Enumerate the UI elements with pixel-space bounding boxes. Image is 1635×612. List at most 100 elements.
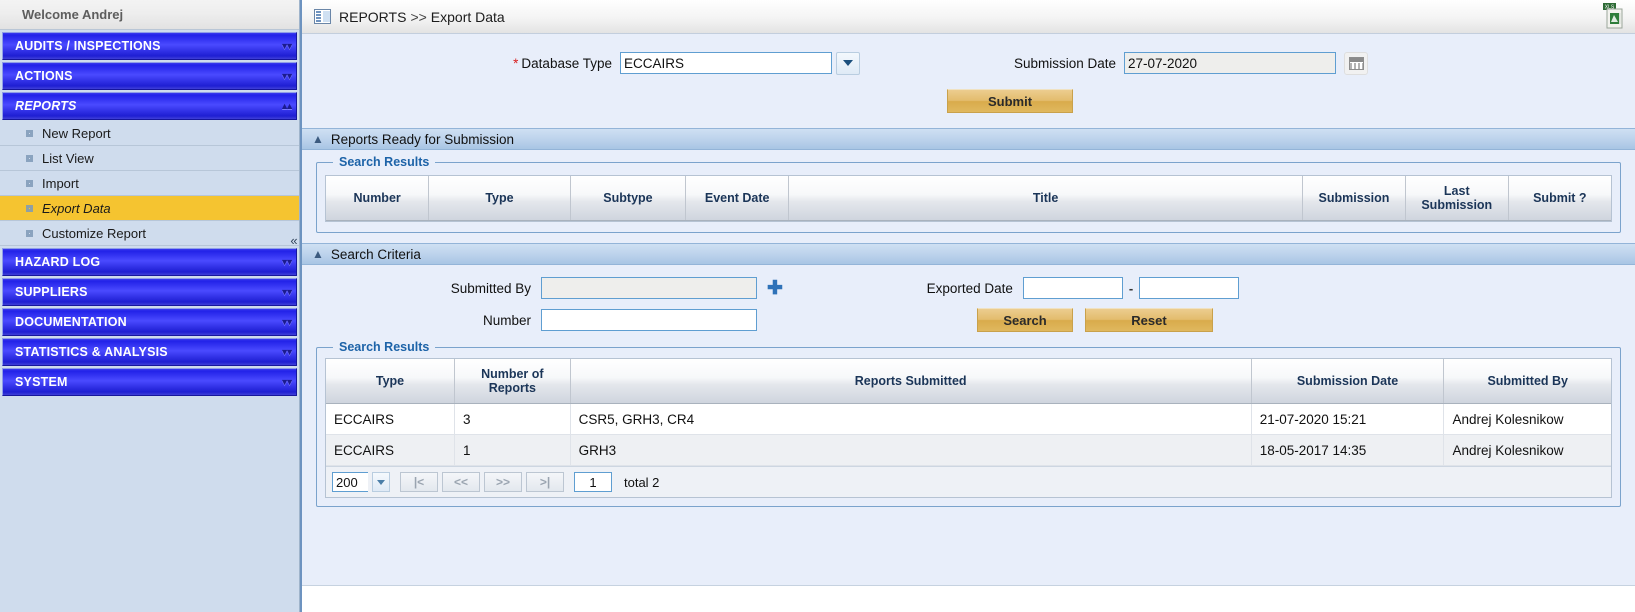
chevron-double-down-icon: ▼▼ [280, 346, 294, 357]
sidebar-group-header-hazard-log[interactable]: HAZARD LOG ▼▼ [2, 248, 297, 276]
section-title-criteria: Search Criteria [330, 246, 421, 262]
sidebar-item-customize-report[interactable]: Customize Report [0, 221, 299, 246]
sidebar-menu: AUDITS / INSPECTIONS ▼▼ ACTIONS ▼▼ REPORTS ▲▲… [0, 32, 299, 396]
ready-column-header[interactable]: Title [788, 176, 1304, 221]
database-type-dropdown-button[interactable] [836, 51, 860, 75]
results-cell-count: 1 [454, 434, 571, 466]
number-input[interactable] [541, 309, 757, 331]
sidebar-group-label: STATISTICS & ANALYSIS [15, 345, 168, 359]
sidebar-group-label: ACTIONS [15, 69, 73, 83]
reset-button[interactable]: Reset [1085, 308, 1213, 332]
ready-table-header-row: Number Type Subtype Event Date Title Submissi… [326, 176, 1611, 221]
section-header-ready-for-submission[interactable]: ▲ Reports Ready for Submission [302, 128, 1635, 150]
sidebar-group-header-suppliers[interactable]: SUPPLIERS ▼▼ [2, 278, 297, 306]
results-column-header[interactable]: Type [326, 359, 455, 404]
ready-for-submission-table: Number Type Subtype Event Date Title Submissi… [326, 176, 1611, 221]
sidebar-group-header-actions[interactable]: ACTIONS ▼▼ [2, 62, 297, 90]
ready-column-header[interactable]: Subtype [570, 176, 687, 221]
sidebar-item-label: Customize Report [42, 225, 147, 241]
sidebar-group-actions: ACTIONS ▼▼ [0, 62, 299, 90]
results-column-header[interactable]: Number of Reports [454, 359, 571, 404]
sidebar-group-header-system[interactable]: SYSTEM ▼▼ [2, 368, 297, 396]
database-type-label: * Database Type [513, 55, 612, 71]
sidebar-submenu: New Report List View Import Export Data Cust… [0, 121, 299, 246]
page-number-input[interactable] [574, 472, 612, 492]
form-row-primary: *Database Type Submission Date [302, 48, 1635, 78]
submission-date-input[interactable] [1124, 52, 1336, 74]
prev-page-button[interactable]: << [442, 472, 480, 492]
last-page-button[interactable]: >| [526, 472, 564, 492]
bullet-icon [26, 229, 33, 237]
submitted-by-input[interactable] [541, 277, 757, 299]
ready-column-header[interactable]: Last Submission [1405, 176, 1509, 221]
exported-date-to-input[interactable] [1139, 277, 1240, 299]
sidebar-item-export-data[interactable]: Export Data [0, 196, 299, 221]
ready-results-legend: Search Results [333, 155, 436, 169]
panel-layout-icon [314, 9, 331, 24]
welcome-message: Welcome Andrej [0, 0, 299, 30]
first-page-button[interactable]: |< [400, 472, 438, 492]
chevron-double-down-icon: ▼▼ [280, 40, 294, 51]
calendar-picker-button[interactable] [1344, 51, 1368, 75]
breadcrumb-root[interactable]: REPORTS [339, 9, 406, 25]
sidebar-group-header-statistics-analysis[interactable]: STATISTICS & ANALYSIS ▼▼ [2, 338, 297, 366]
ready-column-header[interactable]: Submission [1302, 176, 1406, 221]
ready-panel: Search Results Number Type Subtype Event Da… [302, 150, 1635, 243]
results-cell-date: 18-05-2017 14:35 [1251, 434, 1445, 466]
results-cell-by: Andrej Kolesnikow [1443, 403, 1611, 435]
table-row[interactable]: ECCAIRS 3 CSR5, GRH3, CR4 21-07-2020 15:21 A… [326, 403, 1611, 435]
range-separator: - [1128, 280, 1134, 296]
criteria-panel: Submitted By ✚ Exported Date - Number Se… [302, 265, 1635, 517]
sidebar-item-list-view[interactable]: List View [0, 146, 299, 171]
table-row[interactable]: ECCAIRS 1 GRH3 18-05-2017 14:35 Andrej Koles… [326, 434, 1611, 466]
sidebar-group-system: SYSTEM ▼▼ [0, 368, 299, 396]
sidebar: Welcome Andrej AUDITS / INSPECTIONS ▼▼ ACT… [0, 0, 300, 612]
results-table-header-row: Type Number of Reports Reports Submitted Su… [326, 359, 1611, 404]
excel-export-icon[interactable]: XLS [1599, 2, 1625, 30]
results-table-body: ECCAIRS 3 CSR5, GRH3, CR4 21-07-2020 15:21 A… [326, 403, 1611, 466]
chevron-up-icon: ▲ [312, 132, 324, 146]
search-results-table: Type Number of Reports Reports Submitted Su… [326, 359, 1611, 466]
results-column-header[interactable]: Submission Date [1251, 359, 1445, 404]
sidebar-collapse-handle[interactable]: « [288, 225, 300, 255]
exported-date-from-input[interactable] [1022, 277, 1123, 299]
criteria-row-2: Number Search Reset [316, 307, 1621, 333]
ready-column-header[interactable]: Submit ? [1508, 176, 1611, 221]
calendar-icon [1348, 56, 1364, 70]
sidebar-group-header-reports[interactable]: REPORTS ▲▲ [2, 92, 297, 120]
results-grid-wrapper: Type Number of Reports Reports Submitted Su… [325, 358, 1612, 498]
ready-column-header[interactable]: Type [428, 176, 571, 221]
ready-column-header[interactable]: Event Date [685, 176, 790, 221]
sidebar-group-label: AUDITS / INSPECTIONS [15, 39, 161, 53]
criteria-row-1: Submitted By ✚ Exported Date - [316, 275, 1621, 301]
ready-results-fieldset: Search Results Number Type Subtype Event Da… [316, 155, 1621, 233]
search-button[interactable]: Search [977, 308, 1073, 332]
search-results-legend: Search Results [333, 340, 436, 354]
export-form: *Database Type Submission Date Submit [302, 34, 1635, 128]
sidebar-group-label: DOCUMENTATION [15, 315, 127, 329]
page-size-input[interactable] [332, 472, 368, 492]
sidebar-item-import[interactable]: Import [0, 171, 299, 196]
sidebar-item-new-report[interactable]: New Report [0, 121, 299, 146]
results-column-header[interactable]: Reports Submitted [570, 359, 1252, 404]
chevron-down-icon [377, 479, 385, 485]
submit-button[interactable]: Submit [947, 89, 1073, 113]
sidebar-group-documentation: DOCUMENTATION ▼▼ [0, 308, 299, 336]
results-column-header[interactable]: Submitted By [1443, 359, 1611, 404]
ready-grid-wrapper: Number Type Subtype Event Date Title Submissi… [325, 175, 1612, 222]
bullet-icon [26, 204, 33, 212]
sidebar-group-header-audits-inspections[interactable]: AUDITS / INSPECTIONS ▼▼ [2, 32, 297, 60]
required-marker: * [513, 55, 519, 71]
plus-icon[interactable]: ✚ [767, 279, 783, 298]
next-page-button[interactable]: >> [484, 472, 522, 492]
database-type-input[interactable] [620, 52, 832, 74]
sidebar-group-header-documentation[interactable]: DOCUMENTATION ▼▼ [2, 308, 297, 336]
sidebar-group-statistics-analysis: STATISTICS & ANALYSIS ▼▼ [0, 338, 299, 366]
submitted-by-label: Submitted By [450, 280, 531, 296]
ready-column-header[interactable]: Number [326, 176, 430, 221]
page-size-dropdown-button[interactable] [372, 472, 390, 492]
results-cell-reports: CSR5, GRH3, CR4 [570, 403, 1252, 435]
sidebar-group-audits-inspections: AUDITS / INSPECTIONS ▼▼ [0, 32, 299, 60]
sidebar-group-label: REPORTS [15, 99, 77, 113]
section-header-search-criteria[interactable]: ▲ Search Criteria [302, 243, 1635, 265]
